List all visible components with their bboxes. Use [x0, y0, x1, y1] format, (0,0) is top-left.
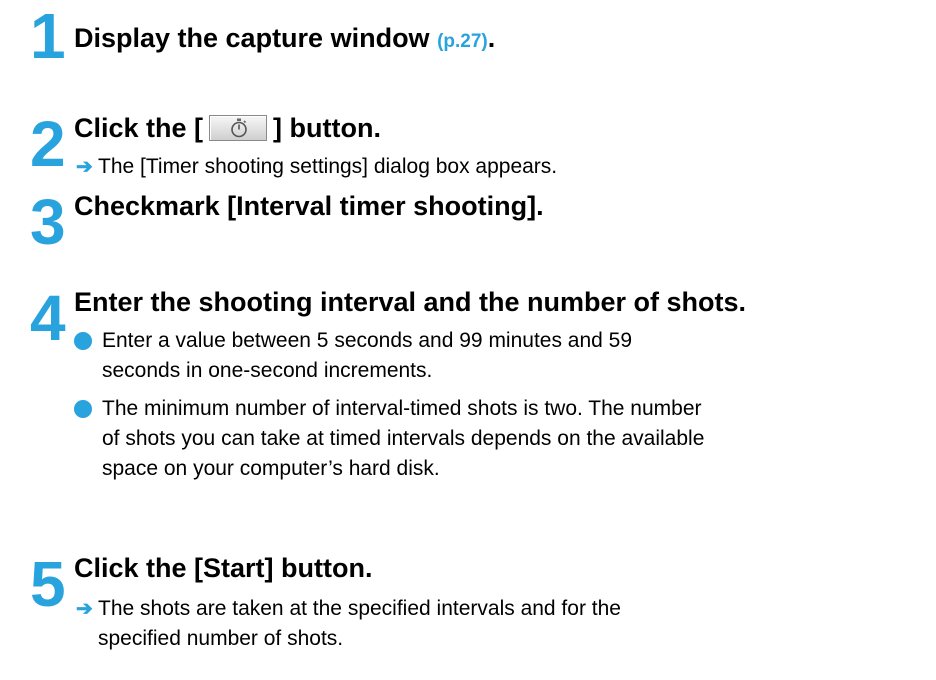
bullet-line: of shots you can take at timed intervals…: [102, 427, 705, 450]
step-title: Checkmark [Interval timer shooting].: [74, 191, 544, 221]
step-title: Enter the shooting interval and the numb…: [74, 287, 747, 317]
stopwatch-icon: [231, 118, 247, 138]
step-result: ➔ The [Timer shooting settings] dialog bo…: [76, 152, 557, 182]
list-item: Enter a value between 5 seconds and 99 m…: [74, 326, 934, 386]
bullet-line: space on your computer’s hard disk.: [102, 457, 440, 480]
step-number: 4: [30, 282, 66, 354]
bullet-icon: [74, 400, 92, 418]
step-result: ➔ The shots are taken at the specified in…: [76, 594, 621, 624]
step-title-period: .: [487, 23, 496, 53]
step-title: Click the [Start] button.: [74, 553, 373, 583]
step-title-text: Display the capture window: [74, 23, 430, 53]
step-number: 1: [30, 0, 66, 72]
bullet-line: Enter a value between 5 seconds and 99 m…: [102, 329, 633, 352]
step-title-prefix: Click the [: [74, 113, 204, 143]
step-number: 5: [30, 548, 66, 620]
step-title: Display the capture window (p.27).: [74, 22, 495, 58]
timer-shooting-button[interactable]: [209, 114, 268, 141]
result-text-continued: specified number of shots.: [98, 627, 344, 650]
result-arrow-icon: ➔: [76, 598, 93, 620]
result-text: The [Timer shooting settings] dialog box…: [98, 155, 558, 178]
result-text: The shots are taken at the specified int…: [98, 597, 621, 620]
step-number: 2: [30, 108, 66, 180]
step-number: 3: [30, 186, 66, 258]
list-item: The minimum number of interval-timed sho…: [74, 394, 934, 484]
result-arrow-icon: ➔: [76, 156, 93, 178]
step-title-suffix: ] button.: [273, 113, 381, 143]
bullet-icon: [74, 332, 92, 350]
bullet-line: The minimum number of interval-timed sho…: [102, 397, 702, 420]
step-title: Click the [ ] button.: [74, 112, 381, 144]
page-reference-link[interactable]: (p.27): [437, 31, 488, 52]
bullet-line: seconds in one-second increments.: [102, 359, 433, 382]
